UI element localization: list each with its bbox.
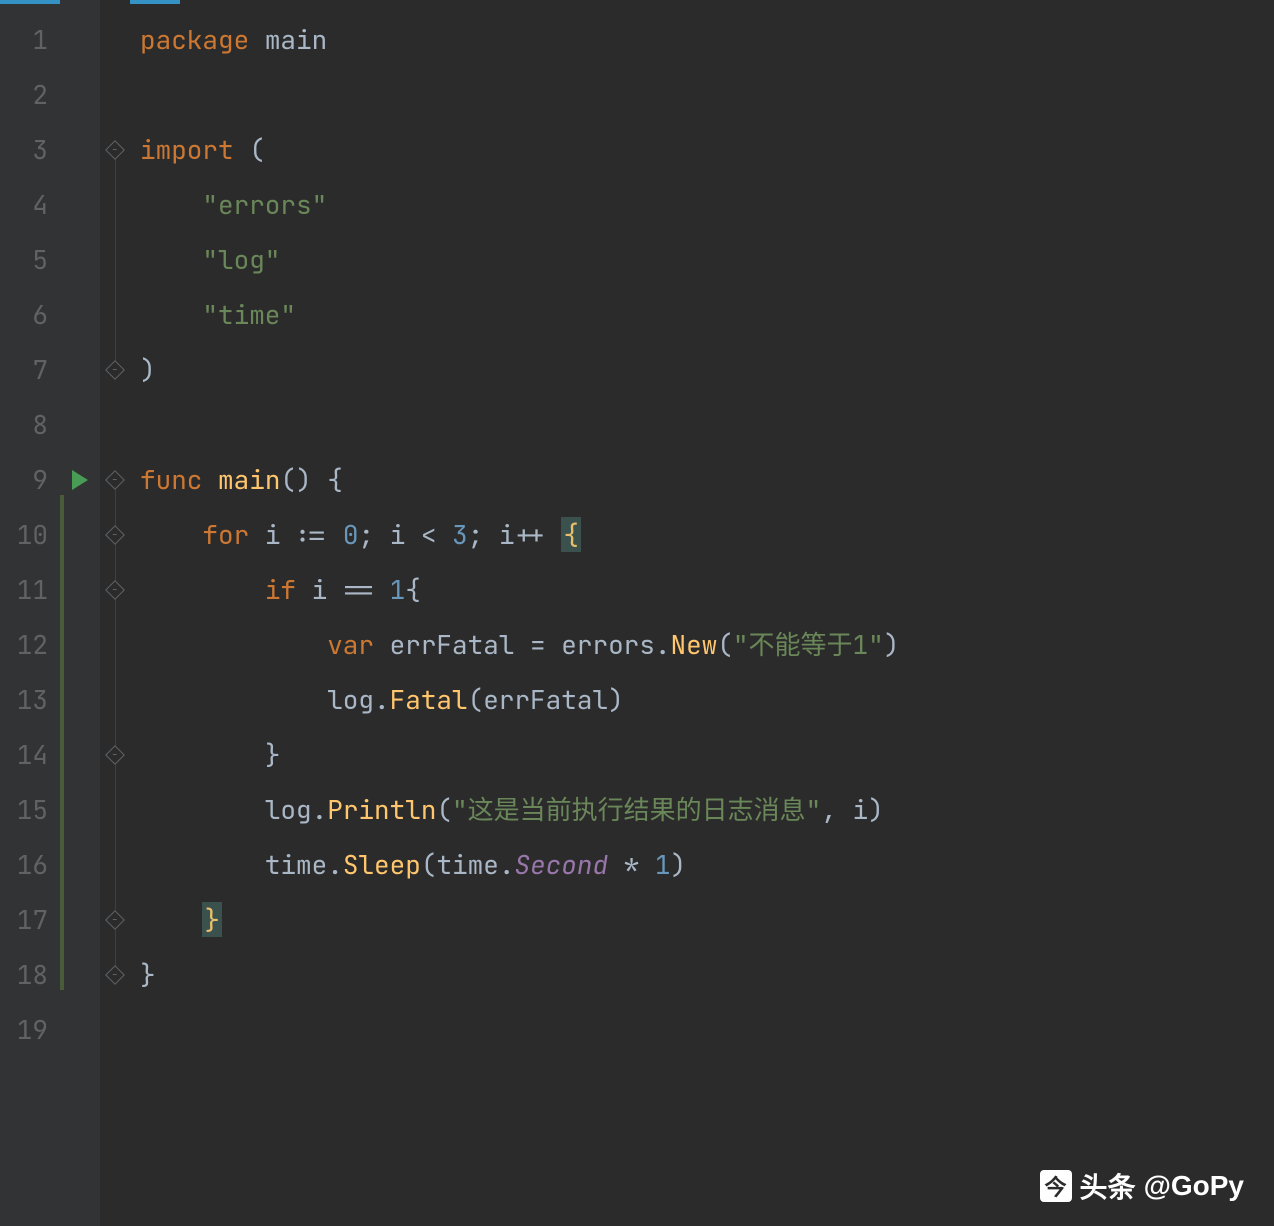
code-line: import ( [140,122,1274,177]
code-line [140,67,1274,122]
code-line [140,1002,1274,1057]
fold-toggle-icon[interactable]: - [105,965,125,985]
code-line: "log" [140,232,1274,287]
fold-gutter: - - - - - - - - [100,0,130,1226]
code-line: package main [140,12,1274,67]
run-gutter [60,0,100,1226]
code-line: if i == 1{ [140,562,1274,617]
line-number: 16 [0,837,48,892]
watermark: 今 头条 @GoPy [1040,1166,1244,1206]
fold-toggle-icon[interactable]: - [105,360,125,380]
line-number: 13 [0,672,48,727]
code-line: for i := 0; i < 3; i++ { [140,507,1274,562]
line-number: 2 [0,67,48,122]
code-area[interactable]: package main import ( "errors" "log" "ti… [130,0,1274,1226]
line-number: 5 [0,232,48,287]
line-number: 11 [0,562,48,617]
run-icon[interactable] [72,470,88,490]
line-number: 18 [0,947,48,1002]
code-line: "errors" [140,177,1274,232]
code-line [140,397,1274,452]
fold-toggle-icon[interactable]: - [105,470,125,490]
watermark-prefix: 头条 [1080,1166,1136,1206]
code-line: log.Println("这是当前执行结果的日志消息", i) [140,782,1274,837]
code-line: } [140,727,1274,782]
line-number: 14 [0,727,48,782]
fold-toggle-icon[interactable]: - [105,910,125,930]
fold-toggle-icon[interactable]: - [105,525,125,545]
code-line: } [140,947,1274,1002]
line-number: 3 [0,122,48,177]
change-marker [60,495,64,990]
code-line: } [140,892,1274,947]
fold-toggle-icon[interactable]: - [105,745,125,765]
fold-toggle-icon[interactable]: - [105,580,125,600]
watermark-handle: @GoPy [1144,1170,1244,1202]
code-line: time.Sleep(time.Second * 1) [140,837,1274,892]
code-line: ) [140,342,1274,397]
line-number: 1 [0,12,48,67]
line-number: 4 [0,177,48,232]
line-number: 7 [0,342,48,397]
toutiao-logo-icon: 今 [1040,1170,1072,1202]
line-number: 8 [0,397,48,452]
line-number: 15 [0,782,48,837]
line-number: 6 [0,287,48,342]
line-number: 9 [0,452,48,507]
line-number: 10 [0,507,48,562]
line-number: 12 [0,617,48,672]
line-number-gutter: 1 2 3 4 5 6 7 8 9 10 11 12 13 14 15 16 1… [0,0,60,1226]
code-line: func main() { [140,452,1274,507]
code-line: "time" [140,287,1274,342]
code-line: log.Fatal(errFatal) [140,672,1274,727]
line-number: 19 [0,1002,48,1057]
line-number: 17 [0,892,48,947]
fold-toggle-icon[interactable]: - [105,140,125,160]
code-editor[interactable]: 1 2 3 4 5 6 7 8 9 10 11 12 13 14 15 16 1… [0,0,1274,1226]
code-line: var errFatal = errors.New("不能等于1") [140,617,1274,672]
